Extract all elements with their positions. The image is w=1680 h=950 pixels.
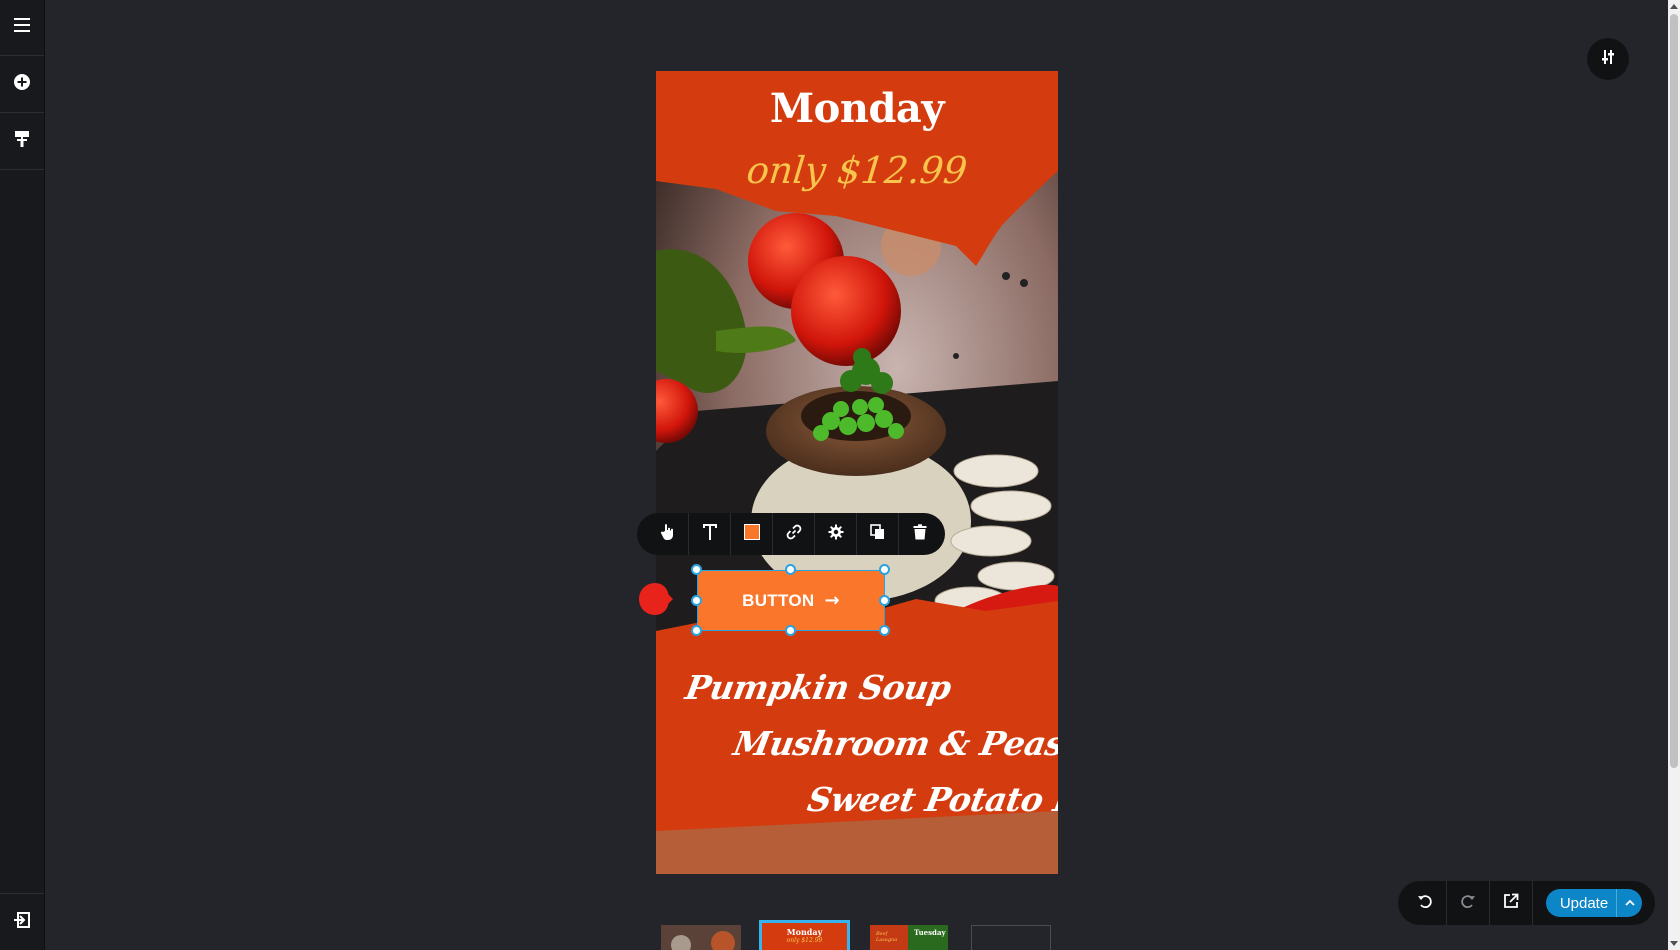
thumbnail-title: Monday <box>786 927 823 937</box>
menu-item-3[interactable]: Sweet Potato Pie <box>805 780 1058 819</box>
exit-icon <box>13 911 31 934</box>
resize-handle-top-right[interactable] <box>879 564 890 575</box>
menu-item-2[interactable]: Mushroom & Peas <box>731 724 1058 763</box>
color-square-icon <box>743 523 760 545</box>
menu-button[interactable] <box>0 0 44 56</box>
link-icon <box>786 524 802 545</box>
template-thumbnail-3[interactable]: Tuesday Beef Lasagna <box>870 925 948 950</box>
add-element-button[interactable] <box>0 57 44 113</box>
update-button[interactable]: Update <box>1546 889 1642 917</box>
design-canvas[interactable]: Monday only $12.99 Pumpkin Soup Mushroom… <box>656 71 1058 874</box>
undo-icon <box>1417 893 1433 914</box>
external-link-icon <box>1503 893 1519 914</box>
template-thumbnail-1[interactable] <box>661 925 741 950</box>
scrollbar-thumb[interactable] <box>1670 14 1678 768</box>
delete-button[interactable] <box>899 513 941 555</box>
hand-pointer-icon <box>660 523 676 546</box>
thumbnail-subtitle: Beef Lasagna <box>876 931 898 943</box>
redo-icon <box>1460 893 1476 914</box>
template-thumbnail-2[interactable]: Monday only $12.99 <box>759 920 850 950</box>
color-button[interactable] <box>731 513 773 555</box>
menu-price[interactable]: only $12.99 <box>656 149 1058 192</box>
adjust-settings-button[interactable] <box>1587 38 1629 80</box>
resize-handle-left[interactable] <box>691 595 702 606</box>
action-bar: Update <box>1398 881 1655 925</box>
gear-icon <box>828 524 844 545</box>
duplicate-button[interactable] <box>857 513 899 555</box>
preview-button[interactable] <box>1490 881 1533 925</box>
link-button[interactable] <box>773 513 815 555</box>
redo-button[interactable] <box>1447 881 1490 925</box>
resize-handle-top[interactable] <box>785 564 796 575</box>
arrow-right-icon: → <box>824 590 840 611</box>
template-thumbnail-4[interactable] <box>971 925 1051 950</box>
resize-handle-bottom-left[interactable] <box>691 625 702 636</box>
undo-button[interactable] <box>1404 881 1447 925</box>
add-circle-icon <box>13 73 31 96</box>
settings-button[interactable] <box>815 513 857 555</box>
resize-handle-bottom[interactable] <box>785 625 796 636</box>
resize-handle-bottom-right[interactable] <box>879 625 890 636</box>
exit-button[interactable] <box>0 893 44 950</box>
text-tool-button[interactable] <box>689 513 731 555</box>
canvas-cta-button[interactable]: BUTTON → <box>697 570 885 631</box>
vertical-scrollbar[interactable] <box>1668 0 1680 950</box>
text-icon <box>702 523 718 546</box>
style-button[interactable] <box>0 114 44 170</box>
chevron-up-icon[interactable] <box>1616 889 1642 917</box>
element-toolbar <box>637 513 945 555</box>
scroll-down-arrow-icon[interactable] <box>1670 938 1678 948</box>
copy-icon <box>869 523 886 545</box>
menu-item-1[interactable]: Pumpkin Soup <box>683 668 954 707</box>
update-label: Update <box>1559 894 1609 912</box>
left-toolbar <box>0 0 45 950</box>
menu-icon <box>13 17 31 38</box>
thumbnail-title: Tuesday <box>914 928 946 937</box>
paint-roller-icon <box>14 130 30 153</box>
resize-handle-top-left[interactable] <box>691 564 702 575</box>
cta-button-label: BUTTON <box>742 590 815 610</box>
select-tool-button[interactable] <box>647 513 689 555</box>
thumbnail-subtitle: only $12.99 <box>786 937 823 944</box>
animation-marker[interactable] <box>637 581 673 617</box>
trash-icon <box>913 523 927 545</box>
resize-handle-right[interactable] <box>879 595 890 606</box>
sliders-icon <box>1600 49 1616 70</box>
menu-day-title[interactable]: Monday <box>656 85 1058 132</box>
scroll-up-arrow-icon[interactable] <box>1670 2 1678 12</box>
